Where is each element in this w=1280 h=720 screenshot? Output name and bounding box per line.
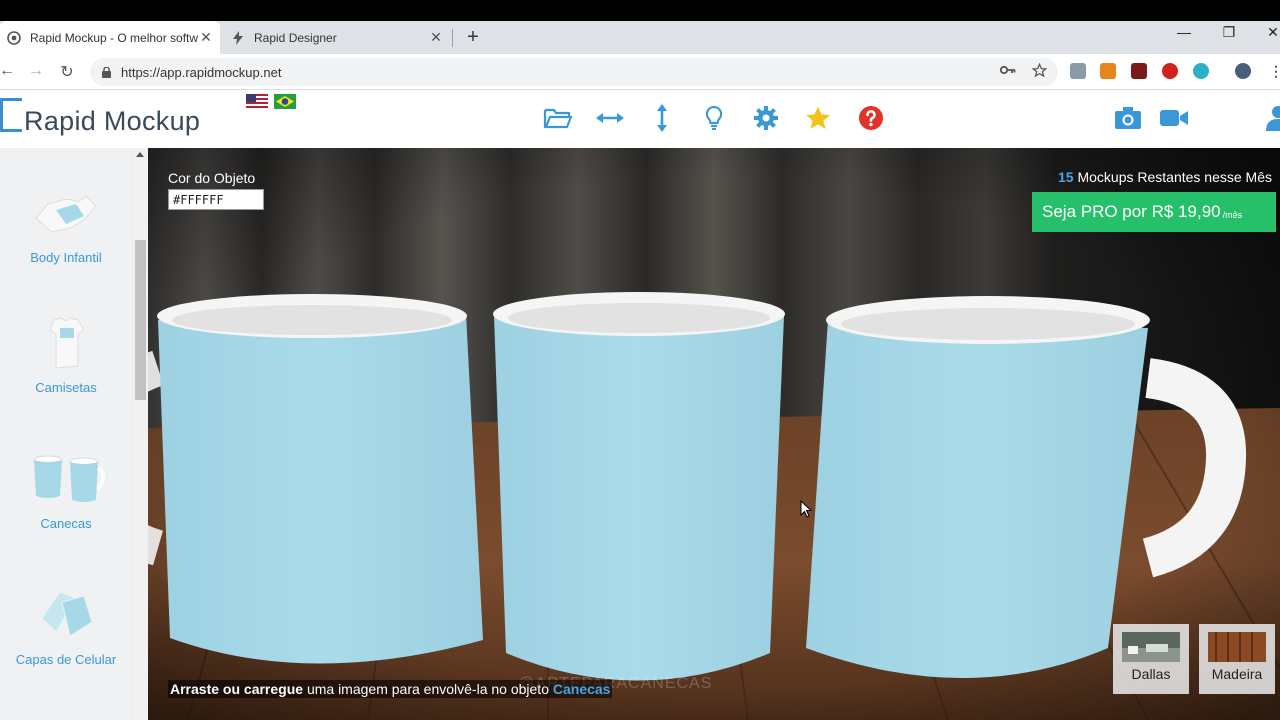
camisetas-thumbnail [26,314,106,374]
window-close-button[interactable]: ✕ [1263,24,1280,41]
resize-horizontal-icon[interactable] [594,102,626,134]
help-icon[interactable] [855,102,887,134]
sidebar-item-canecas[interactable]: Canecas [0,450,132,531]
scroll-up-arrow-icon[interactable] [136,152,144,157]
tab-separator [452,29,453,47]
environment-label: Madeira [1211,666,1263,682]
menu-icon[interactable]: ⋮ [1268,63,1280,79]
star-icon[interactable] [802,102,834,134]
environment-dallas-button[interactable]: Dallas [1113,624,1189,694]
scene-render [148,148,1280,720]
sidebar-item-label: Camisetas [35,380,97,395]
key-icon[interactable] [999,63,1016,79]
environment-label: Dallas [1131,666,1171,682]
app-logo[interactable]: Rapid Mockup [24,106,200,137]
sidebar: Body Infantil Camisetas Canecas Capas de… [0,148,148,720]
new-tab-button[interactable]: + [463,26,483,49]
reload-button[interactable]: ↻ [58,62,76,82]
video-camera-icon[interactable] [1158,102,1190,134]
brazil-flag-icon[interactable] [274,94,296,109]
scrollbar-thumb[interactable] [135,240,146,400]
browser-tab-rapid-mockup[interactable]: Rapid Mockup - O melhor softw ✕ [0,21,220,54]
remaining-mockups: 15 Mockups Restantes nesse Mês [1058,169,1272,185]
star-bookmark-icon[interactable] [1031,62,1048,81]
top-black-bar [0,0,1280,21]
close-icon[interactable]: ✕ [198,29,214,46]
sidebar-item-capas-de-celular[interactable]: Capas de Celular [0,586,132,667]
remaining-count: 15 [1058,169,1074,185]
dallas-thumbnail [1122,632,1180,662]
logo-text: apid Mockup [43,106,201,136]
tab-title: Rapid Mockup - O melhor softw [30,30,198,45]
pro-per-month: /mês [1222,210,1243,220]
folder-open-icon[interactable] [542,102,574,134]
sidebar-item-label: Body Infantil [30,250,102,265]
product-list: Body Infantil Camisetas Canecas Capas de… [0,148,132,720]
close-icon[interactable]: ✕ [428,29,444,46]
lock-icon [102,65,111,78]
browser-tab-rapid-designer[interactable]: Rapid Designer ✕ [224,21,450,54]
mouse-cursor-icon [800,499,813,523]
mockup-viewport[interactable]: Cor do Objeto #FFFFFF 15 Mockups Restant… [148,148,1280,720]
logo-letter: R [24,106,44,136]
us-flag-icon[interactable] [246,94,268,109]
forward-button[interactable]: → [27,62,45,80]
instruction-bold: Arraste ou carregue [170,681,304,697]
logo-bracket [0,98,22,132]
capas-de-celular-thumbnail [26,586,106,646]
address-bar[interactable]: https://app.rapidmockup.net [90,58,1058,86]
app-header: Rapid Mockup [0,90,1280,148]
remaining-text: Mockups Restantes nesse Mês [1077,169,1272,185]
camera-icon[interactable] [1112,102,1144,134]
pro-label: Seja PRO por R$ 19,90 [1042,202,1221,221]
sidebar-item-body-infantil[interactable]: Body Infantil [0,184,132,265]
sidebar-item-camisetas[interactable]: Camisetas [0,314,132,395]
sidebar-item-label: Canecas [40,516,92,531]
lightbulb-icon[interactable] [698,102,730,134]
sidebar-scrollbar[interactable] [133,148,148,720]
resize-vertical-icon[interactable] [646,102,678,134]
tab-title: Rapid Designer [254,30,337,45]
object-color-picker: Cor do Objeto #FFFFFF [168,170,270,210]
canecas-thumbnail [26,450,106,510]
rss-icon[interactable] [1100,63,1116,79]
pdf-icon[interactable] [1131,63,1147,79]
sidebar-item-label: Capas de Celular [15,652,117,667]
minimize-button[interactable]: — [1174,24,1194,40]
body-infantil-thumbnail [26,184,106,244]
madeira-thumbnail [1208,632,1266,662]
user-icon[interactable] [1258,102,1280,134]
go-pro-button[interactable]: Seja PRO por R$ 19,90/mês [1032,192,1276,232]
browser-toolbar: ← → ↻ https://app.rapidmockup.net [0,54,1280,90]
restore-button[interactable]: ❐ [1219,24,1239,41]
globe-icon [6,30,22,46]
stop-icon[interactable] [1162,63,1178,79]
bolt-icon [230,30,246,46]
profile-avatar[interactable] [1235,63,1251,79]
object-color-label: Cor do Objeto [168,170,256,186]
upload-instruction: Arraste ou carregue uma imagem para envo… [168,680,613,698]
object-color-input[interactable]: #FFFFFF [168,189,264,210]
environment-madeira-button[interactable]: Madeira [1199,624,1275,694]
gear-icon[interactable] [750,102,782,134]
browser-tab-strip: Rapid Mockup - O melhor softw ✕ Rapid De… [0,21,1280,54]
back-button[interactable]: ← [0,62,16,80]
react-icon[interactable] [1193,63,1209,79]
instruction-object: Canecas [552,681,611,697]
instruction-text: uma imagem para envolvê-la no objeto [303,681,553,697]
url-text[interactable]: https://app.rapidmockup.net [121,65,281,80]
extension-icon[interactable] [1070,63,1086,79]
